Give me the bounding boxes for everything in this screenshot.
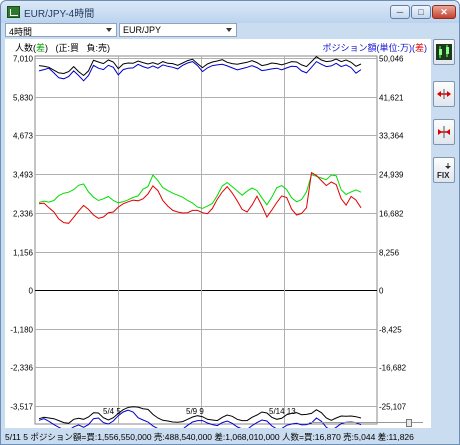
chevron-down-icon[interactable] (104, 25, 114, 35)
legend-position-suffix: ) (424, 43, 427, 53)
legend-position-diff: 差 (414, 43, 424, 53)
fix-label: FIX (437, 171, 450, 180)
legend-buy-label: (正:買 (55, 43, 80, 53)
toolbar: 4時間 EUR/JPY (5, 23, 457, 39)
x-axis-tick-label: 5/9 9 (186, 407, 204, 416)
crosshair-button[interactable] (433, 119, 455, 145)
right-axis-tick-label: 50,046 (379, 55, 404, 64)
left-axis-legend: 人数(差) (正:買 負:売) (15, 41, 110, 54)
left-axis-tick-label: 2,336 (13, 210, 34, 219)
period-select-value: 4時間 (9, 27, 33, 37)
right-axis-tick-label: 8,256 (379, 249, 400, 258)
series-line-diff (38, 174, 362, 209)
chart-app-icon (7, 6, 20, 18)
close-button[interactable]: ✕ (432, 5, 456, 19)
crosshair-arrows-icon (438, 126, 450, 138)
position-chart: 7,010 50,046 5,830 41,621 4,673 33,364 3,493 24… (10, 55, 407, 428)
minimize-button[interactable]: ─ (390, 5, 410, 19)
left-axis-tick-label: 0 (29, 287, 34, 296)
time-scrollbar[interactable] (301, 419, 431, 427)
fix-icon: FIX (437, 163, 451, 180)
fix-button[interactable]: FIX (433, 157, 455, 183)
scrollbar-thumb[interactable] (406, 419, 412, 427)
period-select[interactable]: 4時間 (5, 23, 117, 37)
right-axis-legend: ポジション額(単位:万)(差) (322, 41, 427, 54)
horizontal-arrows-icon (437, 89, 451, 99)
status-bar: 5/11 5 ポジション額=買:1,556,550,000 売:488,540,… (5, 432, 414, 442)
left-axis-tick-label: -1,180 (10, 326, 33, 335)
right-axis-tick-label: 33,364 (379, 132, 404, 141)
window-title: EUR/JPY-4時間 (24, 9, 95, 20)
left-axis-tick-label: 7,010 (13, 55, 34, 64)
right-axis-tick-label: 24,939 (379, 171, 404, 180)
legend-count-suffix: ) (45, 43, 49, 53)
left-axis-tick-label: -2,336 (10, 364, 33, 373)
legend-count-prefix: 人数( (15, 43, 36, 53)
right-axis-tick-label: 41,621 (379, 94, 404, 103)
left-axis-tick-label: -3,517 (10, 403, 33, 412)
title-bar[interactable]: EUR/JPY-4時間 ─ □ ✕ (1, 1, 459, 23)
currency-pair-select[interactable]: EUR/JPY (119, 23, 237, 37)
left-axis-tick-label: 3,493 (13, 171, 34, 180)
right-axis-tick-label: -25,107 (379, 403, 407, 412)
left-axis-tick-label: 1,156 (13, 249, 34, 258)
x-axis-tick-label: 5/4 5 (103, 407, 121, 416)
left-axis-tick-label: 5,830 (13, 94, 34, 103)
series-line-buy (38, 60, 362, 82)
currency-pair-select-value: EUR/JPY (123, 25, 162, 35)
x-axis-tick-label: 5/14 13 (269, 407, 296, 416)
chart-area[interactable]: 7,010 50,046 5,830 41,621 4,673 33,364 3,493 24… (5, 39, 431, 428)
left-axis-tick-label: 4,673 (13, 132, 34, 141)
right-axis-tick-label: 16,682 (379, 210, 404, 219)
legend-sell-label: 負:売) (86, 43, 111, 53)
zoom-horizontal-button[interactable] (433, 81, 455, 107)
legend-position-prefix: ポジション額(単位:万)( (322, 43, 415, 53)
chart-tools-sidebar: FIX (433, 39, 457, 428)
series-line-diff (38, 171, 362, 224)
right-axis-tick-label: 0 (379, 287, 384, 296)
right-axis-tick-label: -16,682 (379, 364, 407, 373)
legend-count-diff: 差 (36, 43, 46, 53)
maximize-button[interactable]: □ (411, 5, 431, 19)
candlestick-icon (436, 44, 452, 60)
chart-type-button[interactable] (433, 39, 455, 65)
right-axis-tick-label: -8,425 (379, 326, 402, 335)
plot-frame (34, 55, 378, 425)
chevron-down-icon[interactable] (224, 25, 234, 35)
app-window: EUR/JPY-4時間 ─ □ ✕ 4時間 EUR/JPY 7,010 50,04… (0, 0, 460, 445)
